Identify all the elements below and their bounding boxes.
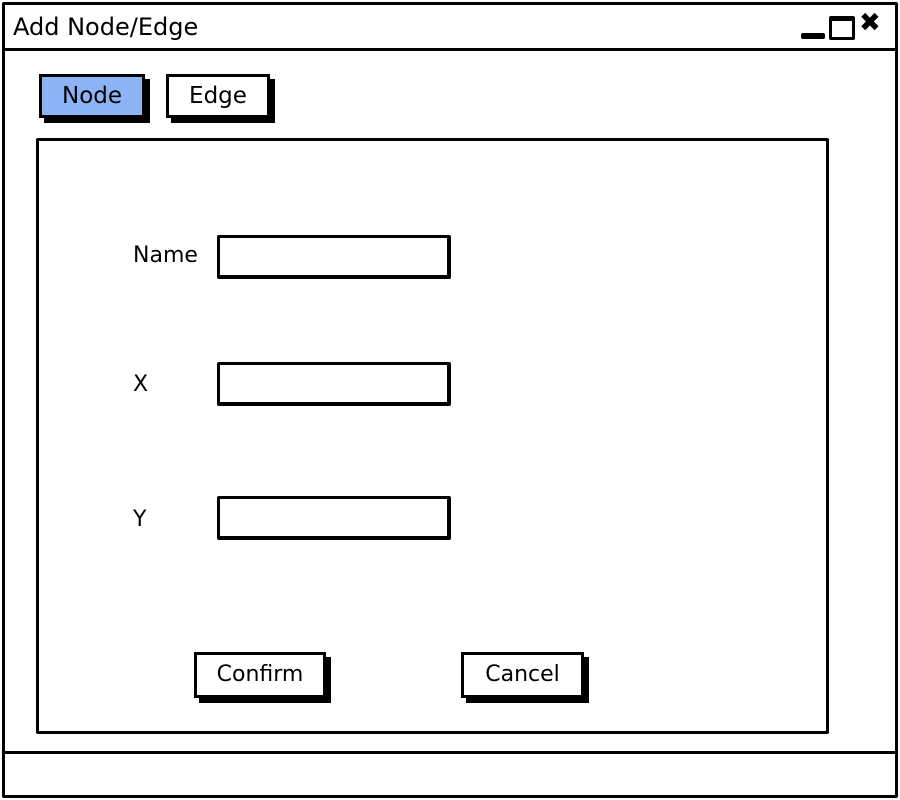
y-field[interactable] bbox=[217, 496, 451, 540]
minimize-icon[interactable] bbox=[801, 33, 825, 39]
window-controls: ✖ bbox=[799, 10, 889, 42]
name-field[interactable] bbox=[217, 235, 451, 279]
y-label: Y bbox=[133, 507, 147, 532]
node-form-panel: Name X Y Confirm Cancel bbox=[36, 138, 829, 734]
title-bar[interactable]: Add Node/Edge ✖ bbox=[5, 5, 895, 51]
close-icon[interactable]: ✖ bbox=[859, 10, 881, 36]
status-bar bbox=[5, 751, 895, 798]
x-label: X bbox=[133, 372, 149, 397]
tab-edge[interactable]: Edge bbox=[166, 74, 270, 118]
name-label: Name bbox=[133, 243, 198, 268]
x-field[interactable] bbox=[217, 362, 451, 406]
maximize-icon[interactable] bbox=[829, 16, 855, 40]
cancel-button[interactable]: Cancel bbox=[461, 652, 584, 698]
window-title: Add Node/Edge bbox=[13, 13, 199, 41]
confirm-button[interactable]: Confirm bbox=[194, 652, 326, 698]
tab-node[interactable]: Node bbox=[39, 74, 145, 118]
dialog-window: Add Node/Edge ✖ Node Edge Name X Y Confi… bbox=[2, 2, 898, 798]
